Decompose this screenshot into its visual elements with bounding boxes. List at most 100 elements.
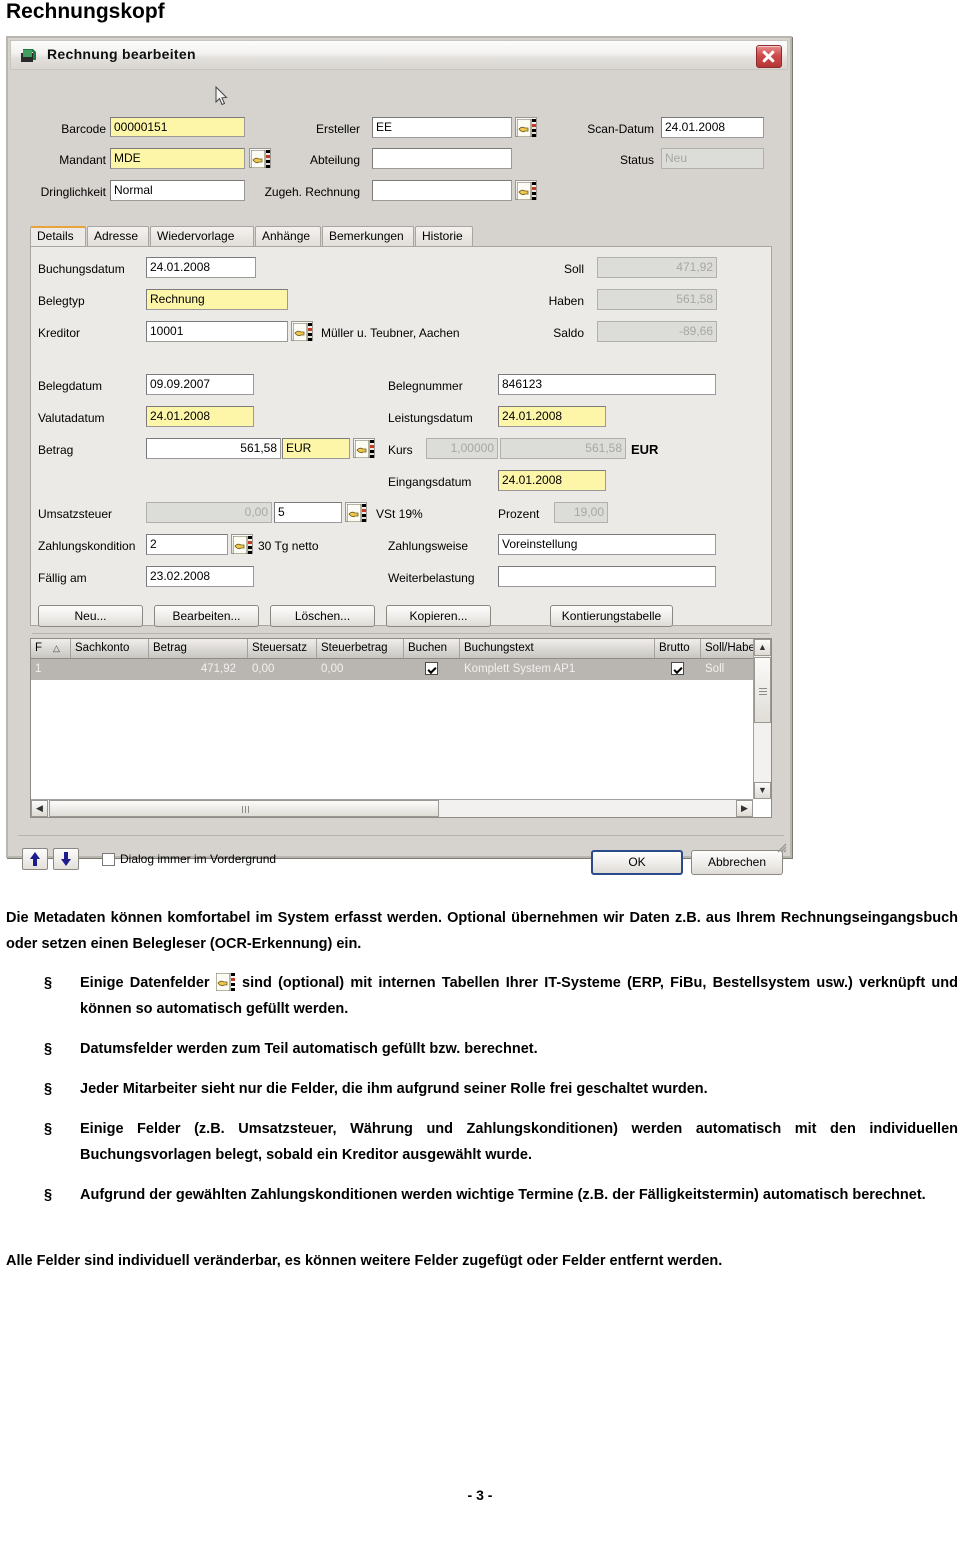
ersteller-lookup-icon[interactable] — [515, 117, 537, 137]
grid-col-buchungstext[interactable]: Buchungstext — [460, 639, 655, 658]
grid-col-soll-haben[interactable]: Soll/Haber — [701, 639, 755, 658]
umsatzsteuer-lookup-icon[interactable] — [345, 502, 367, 522]
zugeh-rechnung-input[interactable] — [372, 180, 512, 201]
soll-label: Soll — [563, 262, 584, 276]
kopieren-button[interactable]: Kopieren... — [386, 605, 491, 627]
cell-buchen-checkbox[interactable] — [425, 662, 438, 675]
dringlichkeit-combobox[interactable]: Normal — [110, 180, 245, 201]
faellig-am-label: Fällig am — [38, 571, 87, 585]
list-item: § Datumsfelder werden zum Teil automatis… — [6, 1036, 958, 1062]
abteilung-label: Abteilung — [309, 153, 360, 167]
tab-bemerkungen[interactable]: Bemerkungen — [322, 226, 414, 246]
horizontal-scroll-thumb[interactable] — [49, 800, 439, 817]
grid-col-steuersatz[interactable]: Steuersatz — [248, 639, 317, 658]
bullet-text-after: sind (optional) mit internen Tabellen Ih… — [80, 975, 959, 1017]
kontierungstabelle-button[interactable]: Kontierungstabelle — [550, 605, 673, 627]
grid-col-steuerbetrag[interactable]: Steuerbetrag — [317, 639, 404, 658]
betrag-currency-combobox[interactable]: EUR — [282, 438, 350, 459]
abteilung-input[interactable] — [372, 148, 512, 169]
loeschen-button[interactable]: Löschen... — [270, 605, 375, 627]
zahlungsweise-label: Zahlungsweise — [388, 539, 469, 553]
always-on-top-checkbox[interactable] — [102, 853, 115, 866]
document-page: Rechnungskopf Rechnung bearbeiten Barcod… — [0, 0, 960, 1552]
scroll-down-icon[interactable]: ▼ — [754, 782, 771, 799]
page-title: Rechnungskopf — [6, 0, 165, 23]
scan-datum-input[interactable]: 24.01.2008 — [661, 117, 764, 138]
table-row[interactable]: 1 471,92 0,00 0,00 Komplett System AP1 S… — [31, 659, 753, 680]
umsatzsteuer-value: 0,00 — [146, 502, 272, 523]
haben-value: 561,58 — [597, 289, 717, 310]
bullet-marker: § — [44, 1041, 53, 1057]
zugeh-rechnung-lookup-icon[interactable] — [515, 180, 537, 200]
leistungsdatum-input[interactable]: 24.01.2008 — [498, 406, 606, 427]
move-up-button[interactable] — [22, 848, 48, 870]
mouse-cursor-icon — [215, 85, 228, 106]
barcode-input[interactable]: 00000151 — [110, 117, 245, 137]
currency-lookup-icon[interactable] — [353, 438, 375, 458]
tab-wiedervorlage[interactable]: Wiedervorlage — [150, 226, 254, 246]
grid-col-f[interactable]: F — [31, 639, 71, 658]
grid-vertical-scrollbar[interactable]: ▲ ▼ — [753, 639, 771, 799]
bearbeiten-button[interactable]: Bearbeiten... — [154, 605, 259, 627]
faellig-am-input[interactable]: 23.02.2008 — [146, 566, 254, 587]
eingangsdatum-input[interactable]: 24.01.2008 — [498, 470, 606, 491]
move-down-button[interactable] — [53, 848, 79, 870]
buchungsdatum-input[interactable]: 24.01.2008 — [146, 257, 256, 278]
intro-paragraph: Die Metadaten können komfortabel im Syst… — [6, 910, 958, 952]
scroll-right-icon[interactable]: ▶ — [736, 800, 753, 817]
ersteller-combobox[interactable]: EE — [372, 117, 512, 138]
tab-adresse[interactable]: Adresse — [87, 226, 149, 246]
scroll-left-icon[interactable]: ◀ — [31, 800, 48, 817]
grid-col-betrag[interactable]: Betrag — [149, 639, 248, 658]
tab-strip: Details Adresse Wiedervorlage Anhänge Be… — [30, 226, 772, 246]
grid-horizontal-scrollbar[interactable]: ◀ ▶ — [31, 799, 753, 817]
belegtyp-combobox[interactable]: Rechnung — [146, 289, 288, 310]
dialog-title: Rechnung bearbeiten — [47, 46, 196, 62]
tab-historie[interactable]: Historie — [415, 226, 473, 246]
zahlungskondition-lookup-icon[interactable] — [231, 534, 253, 554]
umsatzsteuer-code-combobox[interactable]: 5 — [274, 502, 342, 523]
status-label: Status — [619, 153, 654, 167]
dringlichkeit-label: Dringlichkeit — [40, 185, 106, 199]
grid-col-sachkonto[interactable]: Sachkonto — [71, 639, 149, 658]
invoice-app-icon — [19, 46, 39, 66]
prozent-value: 19,00 — [554, 502, 608, 523]
scan-datum-label: Scan-Datum — [587, 122, 654, 136]
valutadatum-input[interactable]: 24.01.2008 — [146, 406, 254, 427]
tab-anhaenge[interactable]: Anhänge — [255, 226, 321, 246]
kreditor-input[interactable]: 10001 — [146, 321, 288, 342]
betrag-label: Betrag — [38, 443, 74, 457]
belegnummer-label: Belegnummer — [388, 379, 463, 393]
belegdatum-input[interactable]: 09.09.2007 — [146, 374, 254, 395]
sort-ascending-icon: △ — [53, 643, 60, 653]
outro-paragraph: Alle Felder sind individuell veränderbar… — [6, 1253, 723, 1269]
mandant-combobox[interactable]: MDE — [110, 148, 245, 169]
scroll-up-icon[interactable]: ▲ — [754, 639, 771, 656]
bullet-marker: § — [44, 975, 53, 991]
weiterbelastung-combobox[interactable] — [498, 566, 716, 587]
grid-col-brutto[interactable]: Brutto — [655, 639, 701, 658]
lookup-icon — [215, 972, 236, 992]
kreditor-lookup-icon[interactable] — [291, 321, 313, 341]
leistungsdatum-label: Leistungsdatum — [388, 411, 473, 425]
vertical-scroll-thumb[interactable] — [754, 657, 771, 723]
betrag-input[interactable]: 561,58 — [146, 438, 281, 459]
cancel-button[interactable]: Abbrechen — [691, 850, 783, 875]
zahlungskondition-combobox[interactable]: 2 — [146, 534, 228, 555]
belegdatum-label: Belegdatum — [38, 379, 103, 393]
kurs-converted-value: 561,58 — [500, 438, 626, 459]
cell-brutto-checkbox[interactable] — [671, 662, 684, 675]
cell-buchungstext: Komplett System AP1 — [464, 663, 576, 675]
zahlungsweise-combobox[interactable]: Voreinstellung — [498, 534, 716, 555]
resize-grip-icon[interactable] — [775, 841, 787, 853]
bullet-marker: § — [44, 1187, 53, 1203]
belegnummer-input[interactable]: 846123 — [498, 374, 716, 395]
grid-col-buchen[interactable]: Buchen — [404, 639, 460, 658]
valutadatum-label: Valutadatum — [38, 411, 105, 425]
neu-button[interactable]: Neu... — [38, 605, 143, 627]
ok-button[interactable]: OK — [591, 850, 683, 875]
bullet-text-before: Einige Datenfelder — [80, 975, 210, 991]
close-icon[interactable] — [756, 45, 782, 68]
tab-details[interactable]: Details — [30, 226, 86, 246]
haben-label: Haben — [548, 294, 584, 308]
